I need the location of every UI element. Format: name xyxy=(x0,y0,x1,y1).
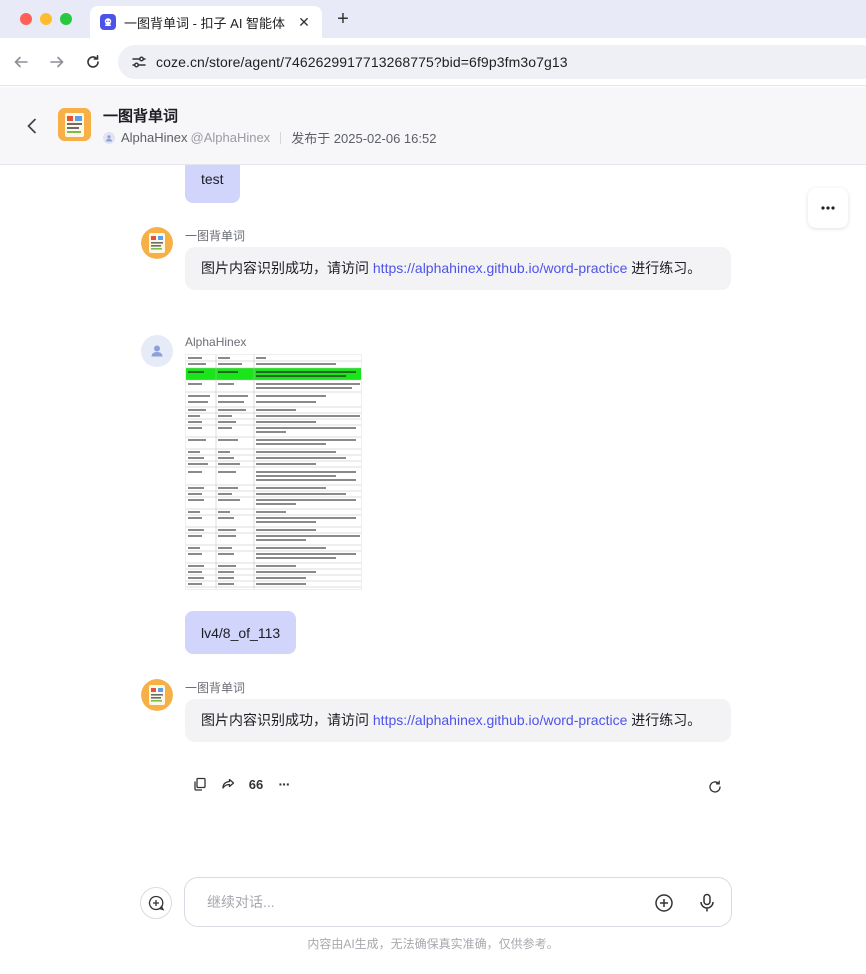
browser-tab-bar: 一图背单词 - 扣子 AI 智能体 ✕ + xyxy=(0,0,866,38)
close-window-button[interactable] xyxy=(20,13,32,25)
url-text: coze.cn/store/agent/7462629917713268775?… xyxy=(156,54,568,70)
bot-avatar xyxy=(141,227,173,259)
bot-avatar xyxy=(141,679,173,711)
author-avatar-icon xyxy=(103,131,115,144)
bot-meta: AlphaHinex @AlphaHinex 发布于 2025-02-06 16… xyxy=(103,128,436,147)
message-text: lv4/8_of_113 xyxy=(201,624,281,641)
tab-title: 一图背单词 - 扣子 AI 智能体 xyxy=(124,15,286,31)
chat-input[interactable] xyxy=(207,894,637,910)
user-avatar xyxy=(141,335,173,367)
ai-disclaimer: 内容由AI生成，无法确保真实准确，仅供参考。 xyxy=(307,937,559,951)
tab-close-icon[interactable]: ✕ xyxy=(296,14,312,31)
author-handle[interactable]: @AlphaHinex xyxy=(191,130,271,145)
maximize-window-button[interactable] xyxy=(60,13,72,25)
new-chat-button[interactable] xyxy=(140,887,172,919)
browser-toolbar: coze.cn/store/agent/7462629917713268775?… xyxy=(0,38,866,86)
copy-icon[interactable] xyxy=(191,775,209,793)
forward-arrow-icon[interactable] xyxy=(45,50,69,74)
chat-area: test 一图背单词 图片内容识别成功，请访问 https://alphahin… xyxy=(0,165,866,855)
author-name[interactable]: AlphaHinex xyxy=(121,130,188,145)
word-practice-link[interactable]: https://alphahinex.github.io/word-practi… xyxy=(373,260,627,276)
divider xyxy=(280,131,282,144)
message-text: 进行练习。 xyxy=(627,260,702,276)
microphone-icon[interactable] xyxy=(696,892,718,914)
publish-date: 发布于 2025-02-06 16:52 xyxy=(291,131,437,146)
bot-message: 图片内容识别成功，请访问 https://alphahinex.github.i… xyxy=(185,699,731,742)
user-message: lv4/8_of_113 xyxy=(185,611,297,654)
browser-tab[interactable]: 一图背单词 - 扣子 AI 智能体 ✕ xyxy=(90,6,322,38)
add-attachment-icon[interactable] xyxy=(653,892,675,914)
sender-name: 一图背单词 xyxy=(185,681,246,695)
message-text: test xyxy=(201,171,224,187)
uploaded-vocabulary-image[interactable] xyxy=(185,354,362,590)
back-chevron-icon[interactable] xyxy=(20,114,44,138)
sender-name: 一图背单词 xyxy=(185,229,246,243)
minimize-window-button[interactable] xyxy=(40,13,52,25)
back-arrow-icon[interactable] xyxy=(9,50,33,74)
agent-header: 一图背单词 AlphaHinex @AlphaHinex 发布于 2025-02… xyxy=(0,87,866,165)
message-text: 图片内容识别成功，请访问 xyxy=(201,260,373,276)
regenerate-icon[interactable] xyxy=(706,778,724,796)
new-chat-icon xyxy=(148,895,165,911)
word-practice-link[interactable]: https://alphahinex.github.io/word-practi… xyxy=(373,712,627,728)
share-icon[interactable] xyxy=(219,775,237,793)
message-text: 图片内容识别成功，请访问 xyxy=(201,712,373,728)
message-composer xyxy=(184,877,732,927)
new-tab-plus-icon[interactable]: + xyxy=(332,8,354,30)
site-settings-icon[interactable] xyxy=(128,51,150,73)
sender-name: AlphaHinex xyxy=(185,335,247,349)
bot-name: 一图背单词 xyxy=(103,108,179,125)
bot-message: 图片内容识别成功，请访问 https://alphahinex.github.i… xyxy=(185,247,731,290)
message-actions: 66 ··· xyxy=(191,775,293,793)
coze-favicon-icon xyxy=(100,14,116,30)
quote-icon[interactable]: 66 xyxy=(247,775,265,793)
user-message: test xyxy=(185,165,240,203)
more-dots-icon[interactable]: ··· xyxy=(275,775,293,793)
message-text: 进行练习。 xyxy=(627,712,702,728)
reload-icon[interactable] xyxy=(81,50,105,74)
bot-avatar xyxy=(58,108,91,141)
address-bar[interactable]: coze.cn/store/agent/7462629917713268775?… xyxy=(118,45,866,79)
